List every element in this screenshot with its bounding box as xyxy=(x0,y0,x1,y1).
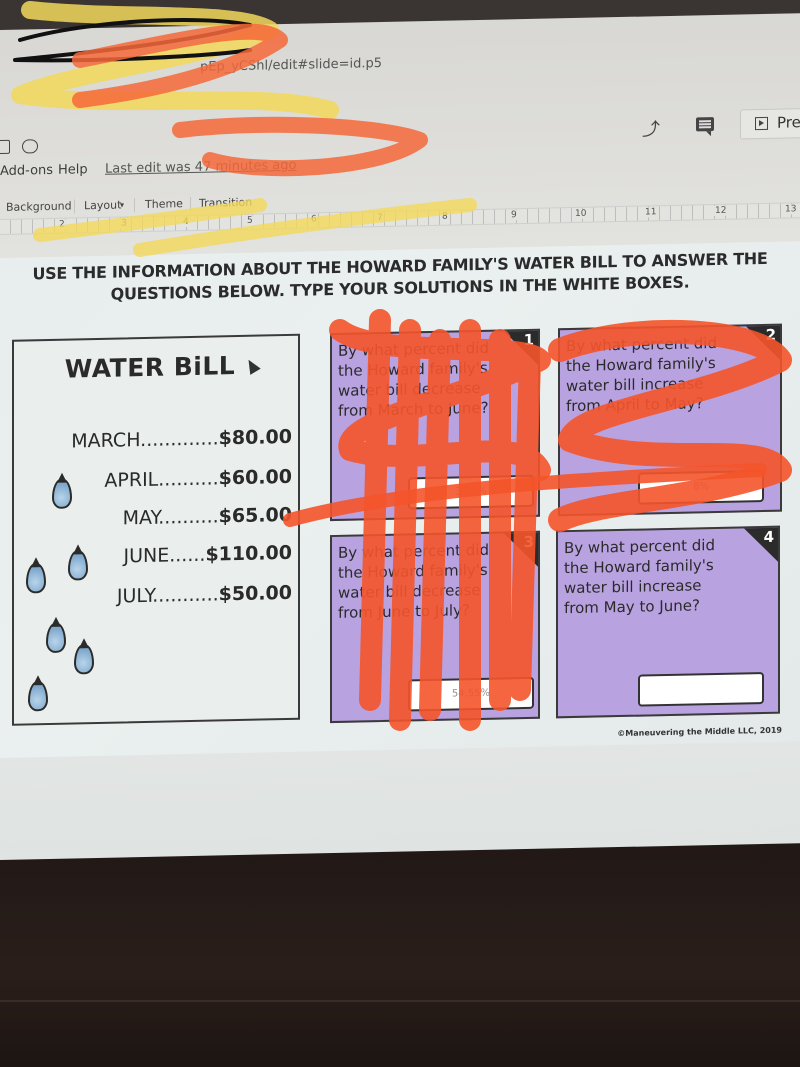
question-text: By what percent did the Howard family's … xyxy=(338,540,489,622)
question-text: By what percent did the Howard family's … xyxy=(338,338,489,420)
card-number: 1 xyxy=(523,330,534,350)
bill-amount: $80.00 xyxy=(218,425,292,450)
ruler-mark: 8 xyxy=(441,211,449,222)
address-bar[interactable]: pEp_yCShl/edit#slide=id.p5 xyxy=(0,41,800,86)
water-drop-icon xyxy=(28,680,48,712)
question-card-1: By what percent did the Howard family's … xyxy=(330,328,540,522)
ruler-mark: 5 xyxy=(246,215,254,226)
copyright-text: ©Maneuvering the Middle LLC, 2019 xyxy=(617,725,782,739)
bill-month: MARCH xyxy=(71,429,141,453)
bill-dots: .......... xyxy=(158,467,219,491)
screen: pEp_yCShl/edit#slide=id.p5 Add-ons Help … xyxy=(0,0,800,861)
instructions: USE THE INFORMATION ABOUT THE HOWARD FAM… xyxy=(0,247,800,308)
chevron-down-icon[interactable]: ▾ xyxy=(120,200,124,209)
question-card-4: By what percent did the Howard family's … xyxy=(556,525,780,719)
bill-row: JULY...........$50.00 xyxy=(117,582,292,608)
bill-row: MARCH.............$80.00 xyxy=(71,426,292,453)
bill-month: APRIL xyxy=(104,468,159,492)
header-tools: ⤴ Pre xyxy=(630,107,800,142)
bill-dots: .......... xyxy=(158,505,219,529)
ruler-mark: 7 xyxy=(376,212,384,224)
present-button[interactable]: Pre xyxy=(740,107,800,140)
ruler-mark: 13 xyxy=(784,204,798,215)
ruler-mark: 12 xyxy=(714,205,728,217)
menu-bar: Add-ons Help Last edit was 47 minutes ag… xyxy=(0,143,800,184)
present-play-icon xyxy=(755,116,768,131)
bill-month: JUNE xyxy=(123,544,170,568)
ruler-mark: 11 xyxy=(644,207,658,218)
water-drop-icon xyxy=(46,622,66,654)
bill-dots: ...... xyxy=(169,543,206,567)
toolbar-divider xyxy=(190,196,191,212)
answer-box[interactable] xyxy=(638,671,764,707)
menu-help[interactable]: Help xyxy=(58,162,88,178)
ruler-mark: 6 xyxy=(310,214,318,225)
bill-dots: ........... xyxy=(152,583,219,607)
laptop-edge xyxy=(0,1000,800,1002)
water-drop-icon xyxy=(74,644,94,675)
answer-box[interactable]: 8% xyxy=(638,469,764,505)
answer-box[interactable]: 54.55% xyxy=(408,676,534,712)
bill-amount: $65.00 xyxy=(218,503,292,528)
water-drop-icon xyxy=(52,478,72,509)
last-edit-link[interactable]: Last edit was 47 minutes ago xyxy=(105,158,296,177)
question-text: By what percent did the Howard family's … xyxy=(564,536,715,618)
answer-box[interactable]: 37.5% xyxy=(408,474,534,510)
bill-row: MAY..........$65.00 xyxy=(123,504,292,530)
browser-tab-strip xyxy=(0,0,800,30)
question-card-2: By what percent did the Howard family's … xyxy=(558,323,782,517)
toolbar-transition-button[interactable]: Transition xyxy=(199,196,252,210)
ruler-mark: 2 xyxy=(58,219,66,230)
bill-row: JUNE......$110.00 xyxy=(123,542,292,568)
water-drop-icon xyxy=(26,563,46,594)
present-label: Pre xyxy=(777,113,800,132)
bill-dots: ............. xyxy=(140,427,219,452)
ruler-mark: 10 xyxy=(574,208,588,219)
ruler-mark: 3 xyxy=(120,218,128,229)
card-number: 4 xyxy=(763,527,774,547)
bill-month: JULY xyxy=(116,584,153,608)
question-text: By what percent did the Howard family's … xyxy=(566,333,717,416)
bill-amount: $60.00 xyxy=(218,465,292,490)
ruler-mark: 9 xyxy=(510,210,518,221)
desk-background xyxy=(0,830,800,1067)
comment-icon[interactable] xyxy=(696,117,714,132)
url-text[interactable]: pEp_yCShl/edit#slide=id.p5 xyxy=(200,56,382,75)
cloud-saved-icon xyxy=(22,139,38,154)
toolbar-layout-button[interactable]: Layout xyxy=(84,198,121,212)
water-bill-panel: WATER BiLL MARCH.............$80.00 APRI… xyxy=(12,333,300,726)
toolbar-theme-button[interactable]: Theme xyxy=(145,197,183,211)
ruler-mark: 4 xyxy=(182,217,190,228)
toolbar-divider xyxy=(134,198,135,213)
bill-amount: $50.00 xyxy=(218,581,292,606)
bill-amount: $110.00 xyxy=(205,541,292,566)
toolbar-divider xyxy=(74,199,75,214)
toolbar-background-button[interactable]: Background xyxy=(6,199,72,213)
bill-month: MAY xyxy=(122,506,159,530)
card-number: 2 xyxy=(765,325,776,344)
bill-row: APRIL..........$60.00 xyxy=(104,466,292,492)
card-number: 3 xyxy=(523,532,534,552)
menu-addons[interactable]: Add-ons xyxy=(0,163,53,179)
trending-up-icon[interactable]: ⤴ xyxy=(642,115,660,141)
water-drop-icon xyxy=(68,550,88,581)
move-to-folder-icon[interactable] xyxy=(0,139,10,155)
slide-canvas[interactable]: USE THE INFORMATION ABOUT THE HOWARD FAM… xyxy=(0,241,800,759)
question-card-3: By what percent did the Howard family's … xyxy=(330,530,540,724)
